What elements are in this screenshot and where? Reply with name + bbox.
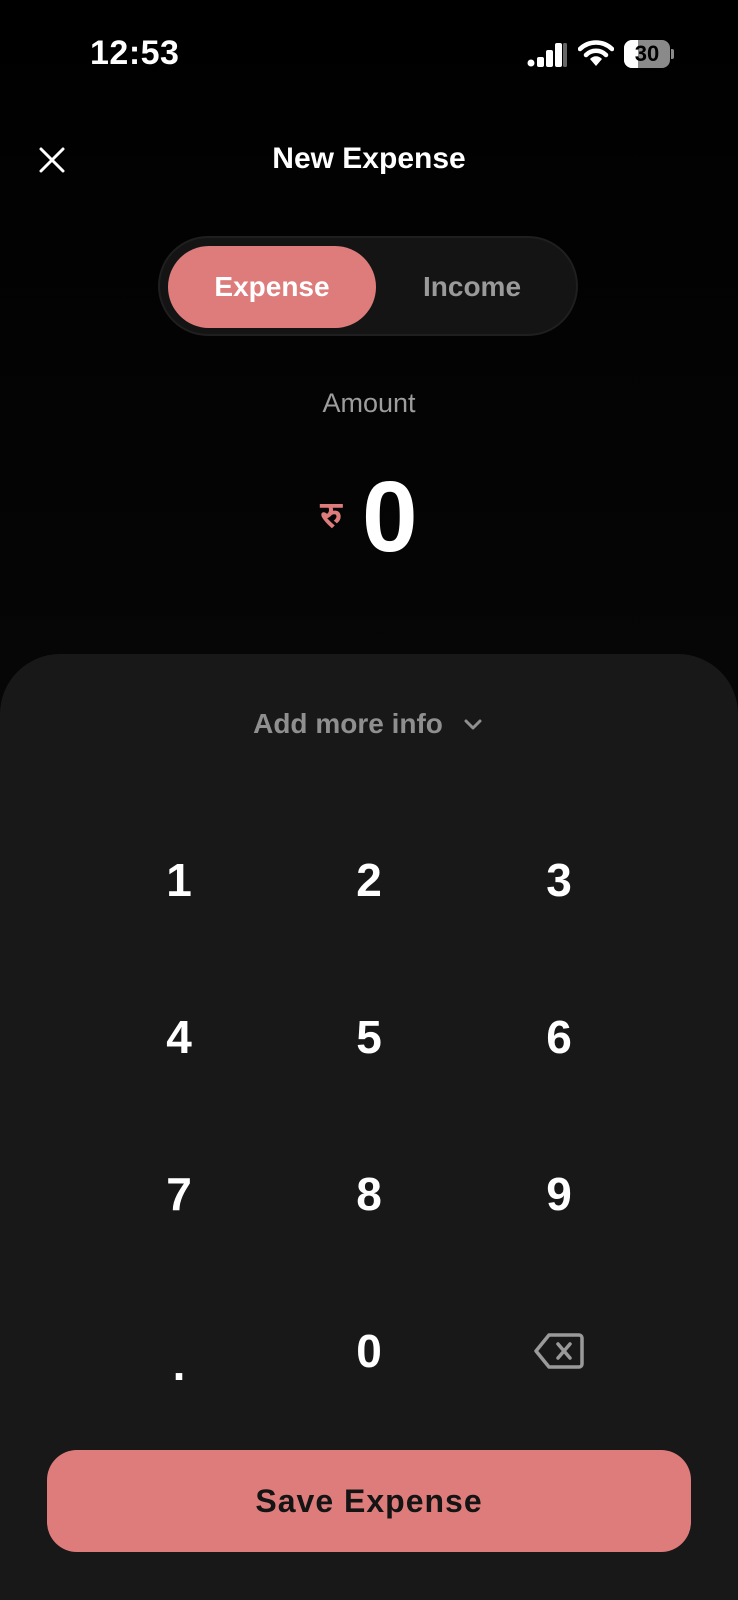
- key-1[interactable]: 1: [94, 820, 264, 940]
- key-3[interactable]: 3: [474, 820, 644, 940]
- battery-icon: 30: [624, 40, 674, 68]
- new-expense-screen: 12:53 30 New Expense Expense Income Amou…: [0, 0, 738, 1600]
- type-toggle: Expense Income: [158, 236, 578, 336]
- tab-expense[interactable]: Expense: [168, 246, 376, 328]
- key-decimal-label: .: [172, 1338, 186, 1390]
- key-7[interactable]: 7: [94, 1134, 264, 1254]
- key-9[interactable]: 9: [474, 1134, 644, 1254]
- currency-symbol: रु: [320, 494, 342, 536]
- amount-value: 0: [361, 461, 418, 573]
- amount-display: रु 0: [0, 462, 738, 572]
- key-0[interactable]: 0: [284, 1291, 454, 1411]
- wifi-icon: [578, 40, 614, 66]
- signal-icon: [527, 43, 567, 67]
- key-2[interactable]: 2: [284, 820, 454, 940]
- add-more-info-label: Add more info: [253, 708, 443, 739]
- save-expense-button[interactable]: Save Expense: [47, 1450, 691, 1552]
- key-8[interactable]: 8: [284, 1134, 454, 1254]
- battery-level: 30: [634, 41, 660, 66]
- key-decimal[interactable]: .: [94, 1291, 264, 1411]
- status-time: 12:53: [90, 34, 180, 72]
- key-5[interactable]: 5: [284, 977, 454, 1097]
- tab-income[interactable]: Income: [368, 246, 576, 328]
- key-6[interactable]: 6: [474, 977, 644, 1097]
- backspace-icon: [534, 1333, 584, 1369]
- backspace-button[interactable]: [474, 1291, 644, 1411]
- amount-label: Amount: [322, 388, 416, 418]
- page-title: New Expense: [272, 142, 466, 175]
- chevron-down-icon: [464, 719, 482, 730]
- key-4[interactable]: 4: [94, 977, 264, 1097]
- status-bar: 12:53 30: [0, 0, 738, 110]
- add-more-info-button[interactable]: Add more info: [0, 694, 738, 754]
